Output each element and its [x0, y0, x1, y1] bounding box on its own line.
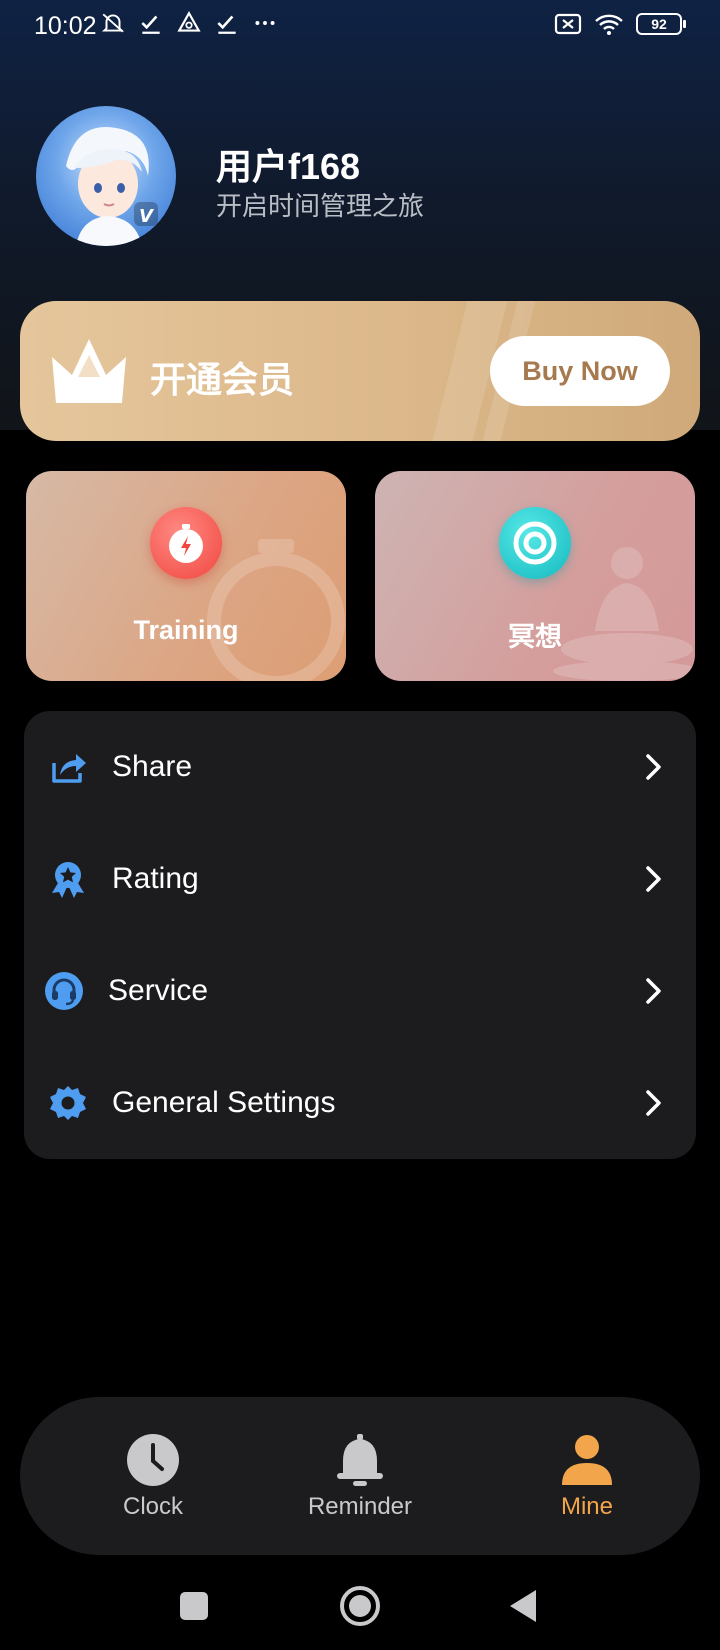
person-icon: [562, 1435, 612, 1485]
headset-icon: [44, 971, 84, 1011]
nav-label-mine: Mine: [560, 1493, 614, 1520]
username: 用户f168: [216, 146, 361, 187]
vip-title: 开通会员: [150, 359, 295, 400]
menu-item-share[interactable]: Share: [24, 711, 696, 823]
meditation-label: 冥想: [508, 622, 562, 652]
menu-label-share: Share: [112, 750, 193, 783]
bottom-navigation: Clock Reminder Mine: [20, 1397, 700, 1555]
share-icon: [48, 747, 88, 787]
settings-menu: Share Rating Service General Settings: [24, 711, 696, 1159]
status-time: 10:02: [34, 12, 97, 40]
battery-indicator: 92: [636, 13, 686, 35]
nav-tab-mine[interactable]: Mine: [487, 1397, 687, 1555]
svg-text:V: V: [139, 206, 155, 227]
avatar-illustration: V: [66, 127, 158, 246]
check-icon: [217, 15, 236, 34]
target-icon: [499, 507, 571, 579]
award-icon: [48, 859, 88, 899]
home-icon[interactable]: [338, 1584, 382, 1628]
system-status-icons: 92: [554, 12, 686, 36]
avatar[interactable]: V: [36, 106, 176, 246]
menu-label-general-settings: General Settings: [112, 1086, 336, 1119]
training-label: Training: [133, 615, 239, 645]
nav-label-reminder: Reminder: [307, 1493, 413, 1520]
chevron-right-icon: [646, 978, 661, 1004]
menu-item-rating[interactable]: Rating: [24, 823, 696, 935]
crown-icon: [52, 339, 126, 403]
more-dots-icon: [255, 21, 275, 25]
clock-icon: [127, 1434, 179, 1486]
profile-slogan: 开启时间管理之旅: [216, 191, 425, 221]
menu-label-rating: Rating: [112, 862, 199, 895]
gear-icon: [48, 1083, 88, 1123]
menu-item-service[interactable]: Service: [24, 935, 696, 1047]
menu-item-general-settings[interactable]: General Settings: [24, 1047, 696, 1159]
system-navigation-bar: [0, 1570, 720, 1650]
nav-label-clock: Clock: [122, 1493, 183, 1520]
muted-bell-icon: [101, 13, 125, 33]
vip-banner[interactable]: 开通会员 Buy Now: [20, 301, 700, 441]
meditation-card[interactable]: 冥想: [375, 471, 695, 681]
wifi-icon: [595, 14, 623, 35]
nav-tab-clock[interactable]: Clock: [53, 1397, 253, 1555]
menu-label-service: Service: [108, 974, 209, 1007]
bell-icon: [337, 1434, 383, 1486]
stopwatch-icon: [150, 507, 222, 579]
no-sim-icon: [554, 13, 582, 35]
recent-apps-icon[interactable]: [172, 1584, 216, 1628]
training-card[interactable]: Training: [26, 471, 346, 681]
chevron-right-icon: [646, 1090, 661, 1116]
nav-tab-reminder[interactable]: Reminder: [260, 1397, 460, 1555]
notification-icons: [100, 10, 278, 36]
back-icon[interactable]: [502, 1584, 546, 1628]
chevron-right-icon: [646, 866, 661, 892]
chevron-right-icon: [646, 754, 661, 780]
triangle-app-icon: [177, 11, 201, 32]
buy-now-button[interactable]: Buy Now: [490, 336, 670, 406]
check-icon: [141, 15, 160, 34]
status-bar: 10:02 92: [0, 0, 720, 54]
